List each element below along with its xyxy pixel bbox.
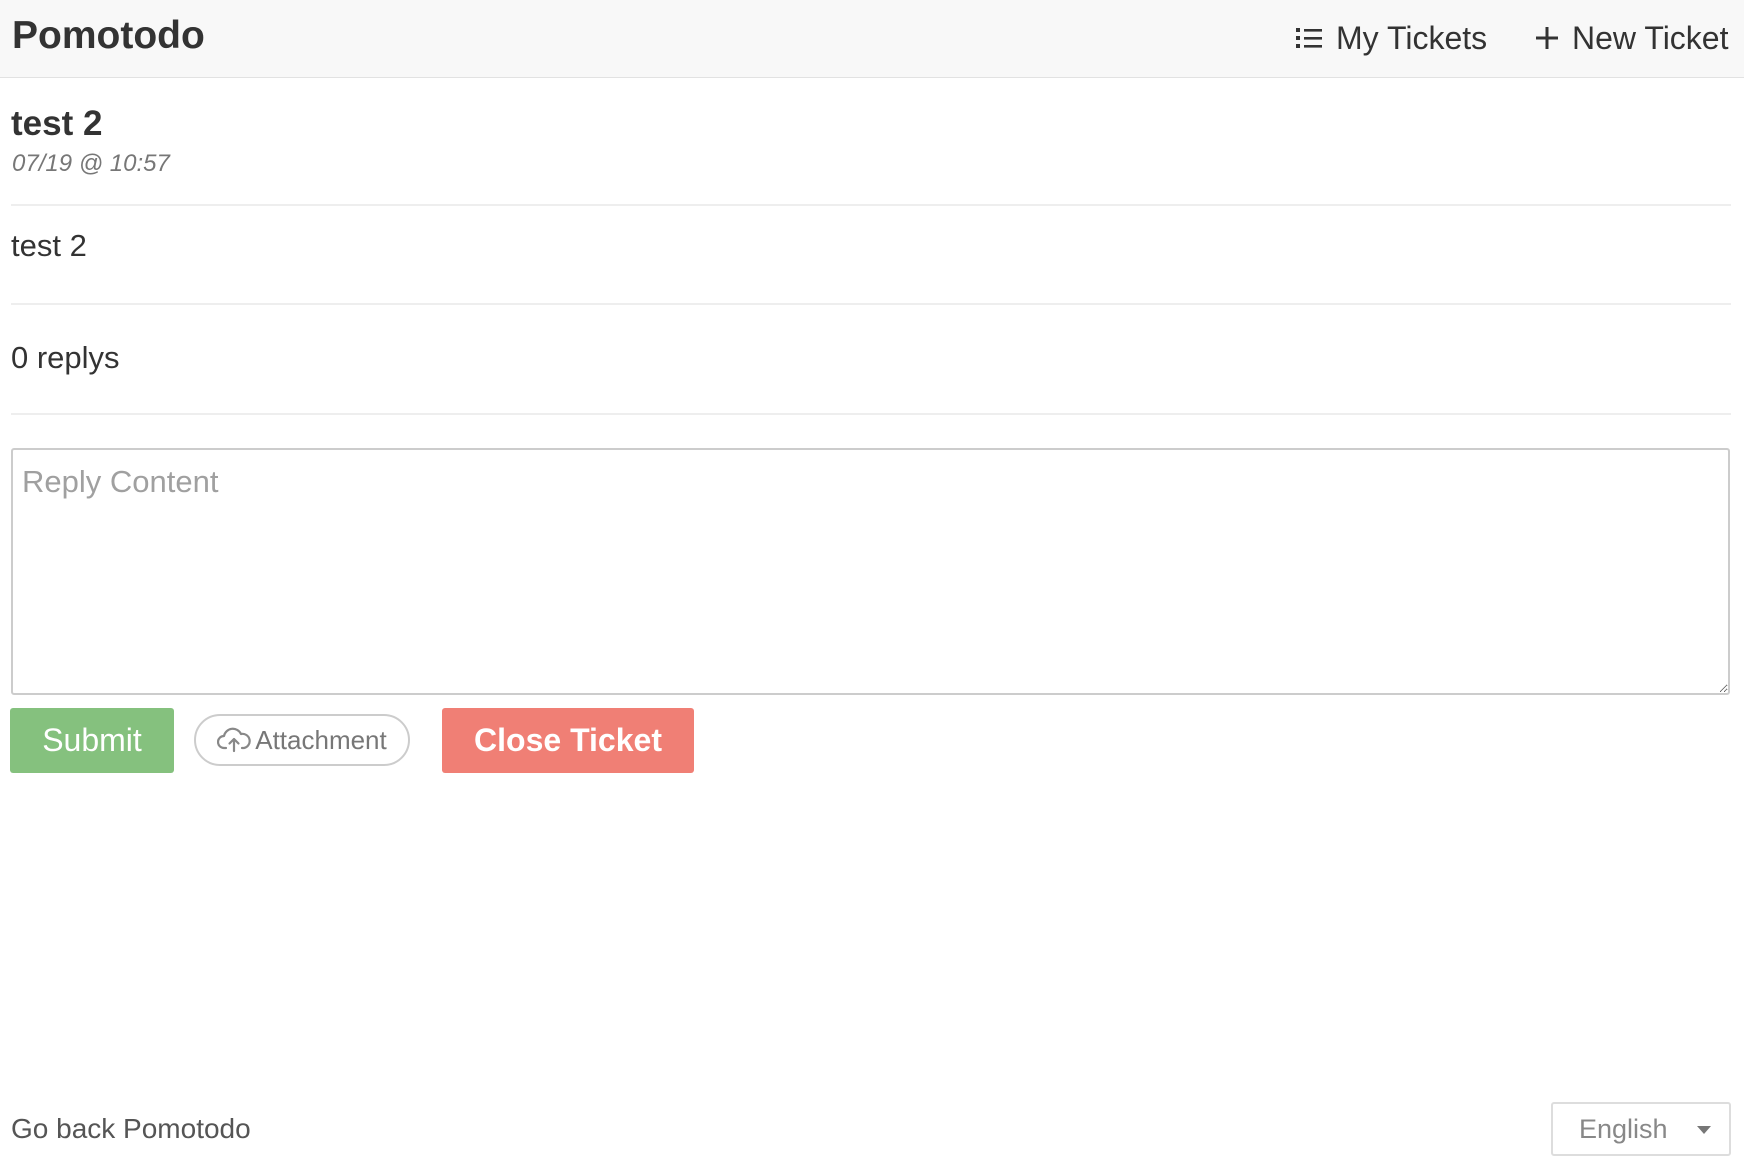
nav-new-ticket[interactable]: New Ticket — [1536, 16, 1728, 60]
reply-count: 0 replys — [11, 340, 120, 375]
chevron-down-icon — [1697, 1126, 1711, 1134]
submit-button[interactable]: Submit — [10, 708, 174, 773]
top-navbar: Pomotodo My Tickets New Ticket — [0, 0, 1744, 78]
attachment-label: Attachment — [255, 724, 387, 755]
close-ticket-button[interactable]: Close Ticket — [442, 708, 694, 773]
nav-my-tickets-label: My Tickets — [1336, 19, 1488, 56]
cloud-upload-icon — [217, 727, 251, 753]
divider — [11, 413, 1731, 415]
nav-my-tickets[interactable]: My Tickets — [1296, 16, 1487, 60]
ticket-title: test 2 — [11, 104, 103, 143]
list-icon — [1296, 27, 1322, 49]
attachment-button[interactable]: Attachment — [194, 714, 410, 766]
ticket-body: test 2 — [11, 228, 87, 263]
nav-new-ticket-label: New Ticket — [1572, 19, 1729, 56]
language-selected-value: English — [1579, 1113, 1668, 1144]
brand-logo[interactable]: Pomotodo — [12, 14, 205, 58]
plus-icon — [1536, 27, 1558, 49]
go-back-link[interactable]: Go back Pomotodo — [11, 1112, 251, 1146]
ticket-timestamp: 07/19 @ 10:57 — [12, 150, 170, 177]
language-select[interactable]: English — [1551, 1102, 1731, 1156]
divider — [11, 303, 1731, 305]
reply-content-input[interactable] — [11, 448, 1730, 695]
divider — [11, 204, 1731, 206]
